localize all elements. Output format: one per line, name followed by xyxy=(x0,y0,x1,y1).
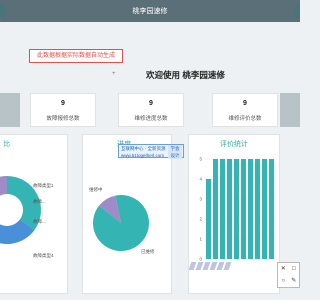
y-tick-label: 5 xyxy=(199,157,202,162)
watermark-overlay: 互联网中心 · 全新资源 www.51togetherl.com 学会 设计 xyxy=(118,144,184,159)
stat-card-progress[interactable]: 9 维修进度总数 xyxy=(118,93,184,127)
square-icon[interactable]: □ xyxy=(289,263,300,275)
x-tick-label xyxy=(209,262,218,270)
bar xyxy=(247,159,254,259)
progress-pie: 维修中已维修 xyxy=(89,186,155,255)
watermark-side1: 学会 xyxy=(170,146,180,151)
pen-icon[interactable]: ✎ xyxy=(289,275,300,287)
stat-value: 9 xyxy=(243,100,247,107)
pie-label: 已维修 xyxy=(141,248,155,255)
y-tick-label: 3 xyxy=(199,197,202,202)
y-tick-label: 1 xyxy=(199,237,202,242)
pie-label: 维修中 xyxy=(89,186,103,193)
bar xyxy=(254,159,261,259)
pie-label: 故障类型4 xyxy=(33,252,54,259)
floating-toolbar: ✕ □ ○ ✎ xyxy=(277,262,300,288)
review-bar-chart: 0 1 2 3 4 5 xyxy=(189,157,275,270)
welcome-heading: 欢迎使用 桃李园速修 xyxy=(146,70,225,80)
x-tick-label xyxy=(202,262,211,270)
header-edge-right xyxy=(295,4,300,18)
auto-data-notice: 此数据根据实际数据自动生成 xyxy=(29,49,123,63)
watermark-side2: 设计 xyxy=(170,153,180,158)
bar xyxy=(268,159,275,259)
pie-slice xyxy=(0,176,7,196)
chart-card-fault-types: 比 故障类型1 故障... 故障... 故障类型4 xyxy=(0,134,68,294)
stat-label: 维修评价总数 xyxy=(228,116,262,122)
stat-card-repairs[interactable]: 9 故障报修总数 xyxy=(30,93,96,127)
x-tick-label xyxy=(195,262,204,270)
bar xyxy=(261,159,268,259)
x-tick-label xyxy=(216,262,225,270)
x-tick-label xyxy=(223,262,232,270)
app-header: 桃李园速修 xyxy=(0,0,300,22)
y-tick-label: 4 xyxy=(199,177,202,182)
y-tick-label: 0 xyxy=(199,257,202,262)
bar xyxy=(233,159,240,259)
y-tick-label: 2 xyxy=(199,217,202,222)
x-tick-label xyxy=(189,262,197,270)
watermark-side: 学会 设计 xyxy=(168,145,182,159)
stat-value: 9 xyxy=(149,100,153,107)
header-edge-left xyxy=(0,4,5,18)
close-icon[interactable]: ✕ xyxy=(278,263,289,275)
stat-label: 故障报修总数 xyxy=(46,116,80,122)
fault-type-pie: 故障类型1 故障... 故障... 故障类型4 xyxy=(0,176,54,259)
stats-row: 9 故障报修总数 9 维修进度总数 9 维修评价总数 xyxy=(0,93,300,127)
bar xyxy=(212,159,219,259)
chart-card-reviews: 评价统计 012345 xyxy=(188,134,280,294)
bar xyxy=(219,159,226,259)
stat-label: 维修进度总数 xyxy=(134,116,168,122)
bar xyxy=(205,179,212,259)
pie-label: 故障... xyxy=(33,218,46,225)
pie-label: 故障... xyxy=(33,198,46,205)
stat-value: 9 xyxy=(61,100,65,107)
pie-label: 故障类型1 xyxy=(33,182,54,189)
stat-card-reviews[interactable]: 9 维修评价总数 xyxy=(212,93,278,127)
bar xyxy=(240,159,247,259)
circle-icon[interactable]: ○ xyxy=(278,275,289,287)
plus-icon: + xyxy=(112,71,116,77)
app-title: 桃李园速修 xyxy=(132,8,168,15)
bar xyxy=(226,159,233,259)
